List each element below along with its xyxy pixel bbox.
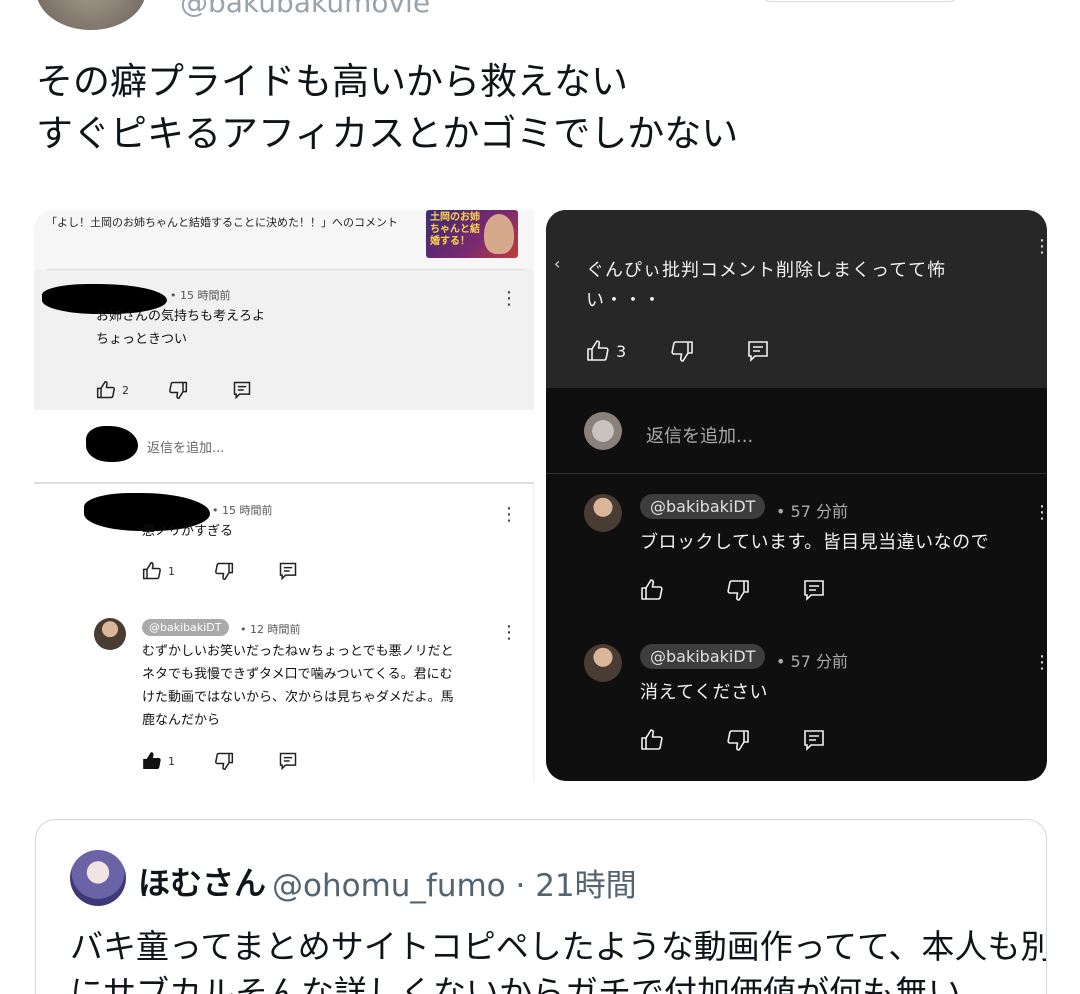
like-icon[interactable] [96, 380, 116, 400]
comment-text: ブロックしています。皆目見当違いなので [640, 532, 990, 553]
follow-button[interactable] [760, 0, 960, 2]
comment-line: むずかしいお笑いだったねｗちょっとでも悪ノリだと [142, 644, 454, 659]
comment-text: 消えてください [640, 682, 769, 703]
comment-line: お姉さんの気持ちも考えろよ [96, 309, 266, 324]
avatar[interactable] [584, 494, 622, 532]
quoted-line: バキ童ってまとめサイトコピペしたような動画作ってて、本人も別 [70, 927, 1047, 966]
tweet-text: その癖プライドも高いから救えない すぐピキるアフィカスとかゴミでしかない [36, 56, 1036, 160]
reply-icon[interactable] [278, 751, 298, 771]
like-icon[interactable] [640, 728, 664, 752]
comment: ‹ ⋮ ぐんぴぃ批判コメント削除しまくってて怖 い・・・ 3 [546, 210, 1047, 388]
quoted-avatar[interactable] [70, 850, 126, 906]
comment: • 15 時間前 ⋮ お姉さんの気持ちも考えろよ ちょっときつい 2 [34, 270, 534, 410]
reply-input[interactable]: 返信を追加... [646, 422, 753, 448]
like-icon[interactable] [640, 578, 664, 602]
video-header: 「よし！土岡のお姉ちゃんと結婚することに決めた！！」へのコメント 土岡のお姉ちゃ… [34, 210, 534, 270]
add-reply[interactable]: 返信を追加... [34, 410, 534, 484]
avatar[interactable] [584, 644, 622, 682]
more-icon[interactable]: ⋮ [1033, 654, 1047, 672]
collapse-icon[interactable]: ‹ [554, 254, 560, 273]
video-thumbnail: 土岡のお姉ちゃんと結婚する！ [426, 210, 518, 258]
tweet-line: その癖プライドも高いから救えない [36, 60, 628, 103]
like-icon-filled[interactable] [142, 751, 162, 771]
avatar[interactable] [94, 618, 126, 650]
quoted-line: にサブカルそんな詳しくないからガチで付加価値が何も無い [70, 973, 961, 994]
dislike-icon[interactable] [726, 728, 750, 752]
comment-line: い・・・ [586, 290, 662, 311]
comment-text: 悪ノリがすぎる [142, 524, 234, 539]
author-handle-badge[interactable]: @bakibakiDT [640, 494, 766, 519]
video-comment-header: 「よし！土岡のお姉ちゃんと結婚することに決めた！！」へのコメント [46, 216, 398, 229]
more-icon[interactable]: ⋮ [1033, 504, 1047, 522]
author-handle[interactable]: @bakubakumovie [180, 0, 430, 19]
dislike-icon[interactable] [726, 578, 750, 602]
like-icon[interactable] [142, 561, 162, 581]
comment-time: • 15 時間前 [212, 504, 273, 517]
comment-time: • 57 分前 [776, 652, 848, 671]
dislike-icon[interactable] [670, 339, 694, 363]
reply-icon[interactable] [278, 561, 298, 581]
author-handle-badge[interactable]: @bakibakiDT [640, 644, 766, 669]
comment-time: • 15 時間前 [170, 289, 231, 302]
like-count: 2 [122, 384, 129, 397]
reply-icon[interactable] [802, 728, 826, 752]
quoted-tweet[interactable]: ほむさん @ohomu_fumo · 21時間 バキ童ってまとめサイトコピペした… [35, 819, 1047, 994]
quoted-display-name[interactable]: ほむさん [138, 858, 266, 904]
add-reply[interactable]: 返信を追加... [546, 388, 1047, 474]
author-handle-badge[interactable]: @bakibakiDT [142, 619, 229, 636]
dislike-icon[interactable] [168, 380, 188, 400]
comment-line: ネタでも我慢できずタメ口で噛みついてくる。君にむ [142, 667, 453, 682]
quoted-text: バキ童ってまとめサイトコピペしたような動画作ってて、本人も別 にサブカルそんな詳… [70, 924, 1047, 994]
reply-input[interactable]: 返信を追加... [147, 437, 224, 456]
comment-time: • 12 時間前 [240, 623, 301, 636]
comment-line: ちょっときつい [96, 332, 188, 347]
comment-line: 鹿なんだから [142, 713, 221, 728]
tweet-line: すぐピキるアフィカスとかゴミでしかない [36, 112, 739, 155]
more-icon[interactable]: ⋮ [500, 290, 518, 308]
dislike-icon[interactable] [214, 561, 234, 581]
reply-icon[interactable] [746, 339, 770, 363]
more-icon[interactable]: ⋮ [500, 506, 518, 524]
thumbnail-text: 土岡のお姉ちゃんと結婚する！ [430, 212, 480, 247]
more-icon[interactable]: ⋮ [500, 624, 518, 642]
media-image-left[interactable]: 「よし！土岡のお姉ちゃんと結婚することに決めた！！」へのコメント 土岡のお姉ちゃ… [34, 210, 534, 781]
comment-text: お姉さんの気持ちも考えろよ ちょっときつい [96, 305, 265, 351]
tweet-media[interactable]: 「よし！土岡のお姉ちゃんと結婚することに決めた！！」へのコメント 土岡のお姉ちゃ… [34, 210, 1047, 781]
comment-line: ぐんぴぃ批判コメント削除しまくってて怖 [586, 260, 947, 281]
comment-time: • 57 分前 [776, 502, 848, 521]
avatar [584, 412, 622, 450]
redaction [86, 426, 138, 462]
dislike-icon[interactable] [214, 751, 234, 771]
comment-text: ぐんぴぃ批判コメント削除しまくってて怖 い・・・ [586, 256, 1006, 316]
thumbnail-face [484, 214, 514, 254]
like-icon[interactable] [586, 339, 610, 363]
reply-icon[interactable] [232, 380, 252, 400]
author-avatar[interactable] [36, 0, 146, 30]
comment-text: むずかしいお笑いだったねｗちょっとでも悪ノリだと ネタでも我慢できずタメ口で噛み… [142, 640, 454, 732]
more-icon[interactable]: ⋮ [1033, 238, 1047, 256]
comment-line: けた動画ではないから、次からは見ちゃダメだよ。馬 [142, 690, 454, 705]
like-count: 1 [168, 755, 175, 768]
like-count: 1 [168, 565, 175, 578]
quoted-handle-time[interactable]: @ohomu_fumo · 21時間 [272, 860, 637, 905]
like-count: 3 [616, 342, 627, 361]
media-image-right[interactable]: ‹ ⋮ ぐんぴぃ批判コメント削除しまくってて怖 い・・・ 3 返信を追加... … [546, 210, 1047, 781]
reply-icon[interactable] [802, 578, 826, 602]
